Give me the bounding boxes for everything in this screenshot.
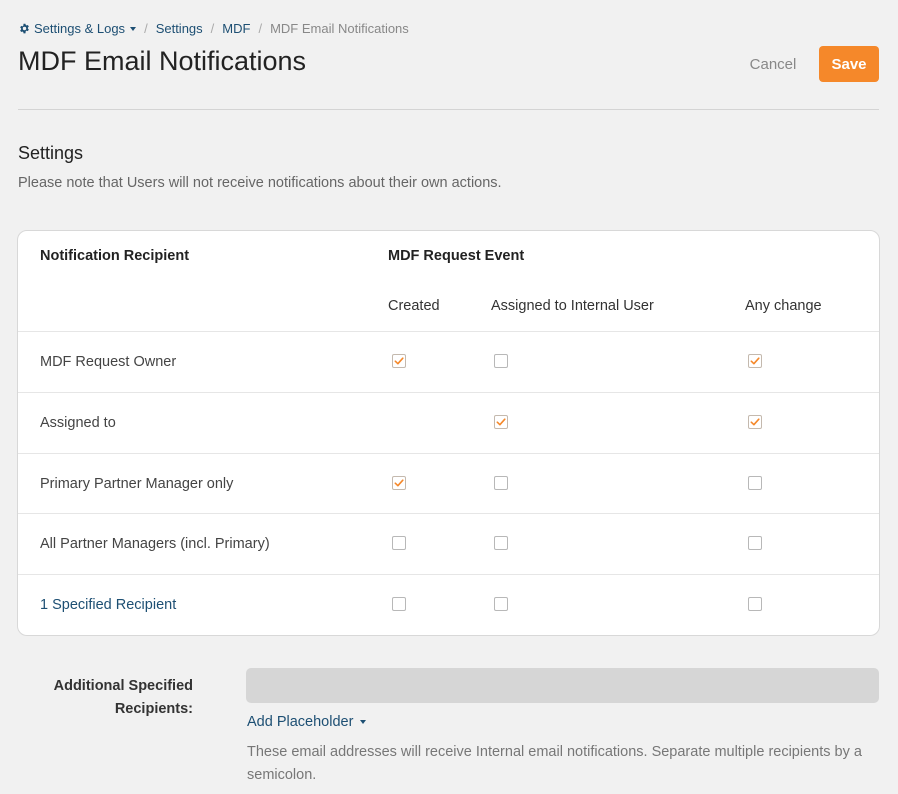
add-placeholder-dropdown[interactable]: Add Placeholder	[247, 714, 367, 730]
table-row: 1 Specified Recipient	[18, 574, 879, 635]
recipient-column-header: Notification Recipient	[40, 248, 190, 264]
add-placeholder-label: Add Placeholder	[247, 714, 354, 730]
additional-recipients-label: Additional Specified Recipients:	[40, 675, 193, 721]
checkbox-created[interactable]	[392, 536, 406, 550]
checkbox-assigned[interactable]	[494, 536, 508, 550]
column-any-change: Any change	[745, 298, 822, 314]
settings-title: Settings	[18, 143, 84, 163]
checkbox-assigned[interactable]	[494, 597, 508, 611]
checkbox-created[interactable]	[392, 354, 406, 368]
column-assigned: Assigned to Internal User	[491, 298, 654, 314]
breadcrumb: Settings & Logs / Settings / MDF / MDF E…	[19, 21, 409, 36]
additional-help-text: These email addresses will receive Inter…	[247, 744, 862, 783]
checkbox-any-change[interactable]	[748, 354, 762, 368]
breadcrumb-root[interactable]: Settings & Logs	[34, 21, 125, 36]
checkbox-assigned[interactable]	[494, 415, 508, 429]
breadcrumb-current: MDF Email Notifications	[270, 21, 409, 36]
additional-label-line2: Recipients:	[114, 701, 193, 717]
checkmark-icon	[394, 479, 404, 487]
checkbox-any-change[interactable]	[748, 597, 762, 611]
page-title: MDF Email Notifications	[18, 46, 307, 76]
checkbox-created[interactable]	[392, 476, 406, 490]
additional-label-line1: Additional Specified	[53, 678, 193, 694]
checkmark-icon	[496, 418, 506, 426]
checkbox-any-change[interactable]	[748, 415, 762, 429]
breadcrumb-separator: /	[210, 21, 215, 36]
additional-recipients-input[interactable]	[246, 668, 879, 703]
checkbox-assigned[interactable]	[494, 476, 508, 490]
header-divider	[18, 109, 879, 110]
table-row: Assigned to	[18, 392, 879, 453]
chevron-down-icon[interactable]	[130, 26, 137, 31]
checkbox-created[interactable]	[392, 597, 406, 611]
breadcrumb-mdf[interactable]: MDF	[222, 21, 250, 36]
row-label: All Partner Managers (incl. Primary)	[40, 536, 270, 552]
checkmark-icon	[750, 418, 760, 426]
notification-table: Notification Recipient MDF Request Event…	[17, 230, 880, 636]
table-row: All Partner Managers (incl. Primary)	[18, 513, 879, 574]
event-group-header: MDF Request Event	[388, 248, 525, 264]
breadcrumb-separator: /	[144, 21, 148, 36]
breadcrumb-settings[interactable]: Settings	[156, 21, 203, 36]
breadcrumb-separator: /	[258, 21, 263, 36]
settings-note: Please note that Users will not receive …	[18, 175, 502, 191]
specified-recipient-link[interactable]: 1 Specified Recipient	[40, 597, 176, 613]
checkmark-icon	[394, 357, 404, 365]
row-label: Primary Partner Manager only	[40, 476, 234, 492]
row-label: MDF Request Owner	[40, 354, 177, 370]
checkmark-icon	[750, 357, 760, 365]
gear-icon	[20, 23, 29, 34]
row-label: Assigned to	[40, 415, 116, 431]
save-button[interactable]: Save	[819, 46, 879, 82]
table-row: Primary Partner Manager only	[18, 453, 879, 514]
checkbox-any-change[interactable]	[748, 536, 762, 550]
column-created: Created	[388, 298, 440, 314]
table-row: MDF Request Owner	[18, 331, 879, 392]
checkbox-assigned[interactable]	[494, 354, 508, 368]
chevron-down-icon	[360, 720, 367, 725]
cancel-button[interactable]: Cancel	[735, 46, 811, 82]
checkbox-any-change[interactable]	[748, 476, 762, 490]
